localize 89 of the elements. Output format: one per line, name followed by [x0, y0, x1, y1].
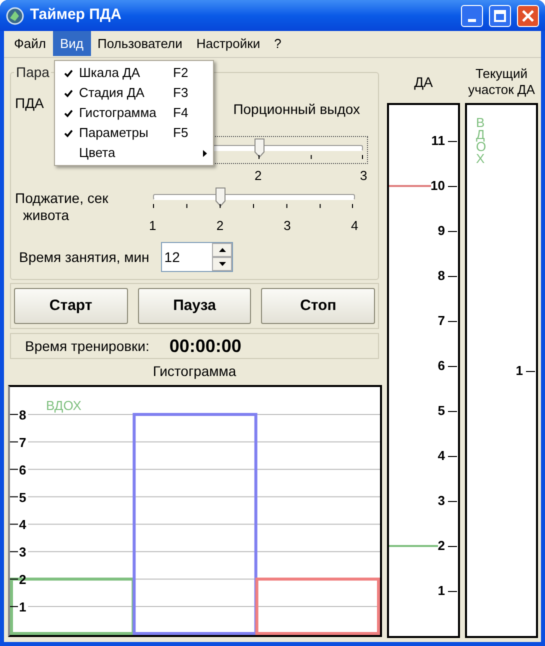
- submenu-arrow-icon: [203, 150, 207, 156]
- mode-value: Порционный выдох: [233, 100, 360, 119]
- scale-tick-label: 8: [438, 269, 445, 283]
- panel-title: участок ДА: [468, 82, 535, 98]
- y-tick: 1: [10, 600, 26, 615]
- scale-tick-label: 10: [430, 179, 445, 193]
- spin-down-button[interactable]: [212, 257, 232, 271]
- close-icon: [522, 10, 534, 22]
- y-tick: 7: [10, 434, 26, 450]
- scale-tick-label: 7: [438, 314, 445, 328]
- menu-entry[interactable]: Гистограмма F4: [55, 103, 213, 123]
- duration-spinbox[interactable]: 12: [161, 242, 234, 272]
- y-tick-label: 8: [19, 407, 26, 422]
- y-tick: 4: [10, 517, 26, 532]
- action-button[interactable]: Стоп: [261, 288, 376, 324]
- tick-mark: [448, 501, 457, 502]
- scale-tick-label: 1: [516, 364, 523, 378]
- scale-tick-label: 9: [438, 224, 445, 238]
- group-legend: Пара: [14, 64, 52, 80]
- scale-tick-label: 4: [438, 449, 445, 463]
- menu-item[interactable]: Вид: [52, 30, 90, 56]
- histogram-title: Гистограмма: [152, 362, 236, 380]
- scale-tick-label: 11: [431, 134, 445, 148]
- phase-label: ВДОХ: [46, 398, 82, 413]
- close-button[interactable]: [517, 4, 539, 26]
- maximize-icon: [494, 10, 506, 22]
- training-time-value: 00:00:00: [169, 334, 242, 358]
- y-tick: 6: [10, 462, 26, 478]
- y-tick-label: 5: [19, 490, 26, 505]
- slider-label: 1: [149, 217, 156, 235]
- mode-label: ПДА: [15, 94, 44, 113]
- slider-caption: живота: [22, 207, 70, 224]
- training-time-label: Время тренировки:: [25, 336, 150, 356]
- slider-thumb[interactable]: [254, 138, 264, 158]
- y-tick-label: 7: [19, 434, 26, 450]
- minimize-icon: [468, 18, 476, 22]
- tick-mark: [448, 366, 457, 367]
- menu-item[interactable]: Пользователи: [90, 30, 190, 56]
- tick-mark: [448, 546, 457, 547]
- slider-label: 4: [351, 217, 358, 235]
- app-icon: [6, 6, 24, 24]
- slider-label: 3: [360, 167, 368, 185]
- y-tick-label: 6: [19, 462, 26, 478]
- maximize-button[interactable]: [489, 4, 511, 26]
- tick-mark: [448, 141, 457, 142]
- tick-mark: [448, 456, 457, 457]
- y-tick: 2: [10, 572, 26, 588]
- y-tick-label: 3: [19, 544, 26, 560]
- menu-item[interactable]: Настройки: [189, 30, 268, 56]
- tick-mark: [448, 231, 457, 232]
- scale-title: ДА: [414, 73, 433, 92]
- y-tick: 8: [10, 407, 26, 422]
- action-button[interactable]: Старт: [14, 288, 128, 324]
- window-title: Таймер ПДА: [30, 5, 122, 26]
- scale-tick-label: 5: [438, 404, 445, 418]
- panel-title: Текущий: [476, 66, 528, 82]
- y-tick: 3: [10, 544, 26, 560]
- tick-mark: [448, 321, 457, 322]
- slider-caption: Поджатие, сек: [15, 190, 110, 207]
- slider-label: 2: [216, 217, 224, 235]
- duration-label: Время занятия, мин: [19, 248, 150, 267]
- tick-mark: [526, 370, 535, 372]
- menu-item[interactable]: Файл: [7, 30, 53, 56]
- slider-label: 3: [284, 217, 291, 235]
- scale-tick-label: 1: [438, 584, 445, 598]
- down-arrow-icon: [218, 262, 226, 266]
- menu-entry[interactable]: Цвета: [55, 143, 213, 163]
- up-arrow-icon: [218, 248, 226, 252]
- scale-tick-label: 6: [438, 359, 445, 373]
- menu-item[interactable]: ?: [267, 30, 288, 56]
- spin-up-button[interactable]: [212, 243, 232, 257]
- menu-entry[interactable]: Параметры F5: [55, 123, 213, 143]
- tick-mark: [448, 591, 457, 592]
- action-button[interactable]: Пауза: [138, 288, 252, 324]
- menu-entry[interactable]: Стадия ДА F3: [55, 83, 213, 103]
- tick-mark: [448, 186, 457, 187]
- vertical-phase-label: ВДОХ: [476, 117, 488, 165]
- tick-mark: [448, 276, 457, 277]
- menu-entry[interactable]: Шкала ДА F2: [55, 63, 213, 83]
- scale-tick-label: 2: [438, 539, 445, 553]
- scale-tick-label: 3: [438, 494, 445, 508]
- minimize-button[interactable]: [461, 4, 483, 26]
- y-tick-label: 2: [19, 572, 26, 588]
- slider-thumb[interactable]: [215, 187, 226, 207]
- tick-mark: [448, 411, 457, 412]
- y-tick: 5: [10, 490, 26, 505]
- y-tick-label: 1: [19, 600, 26, 615]
- y-tick-label: 4: [19, 517, 27, 532]
- slider-label: 2: [254, 167, 262, 185]
